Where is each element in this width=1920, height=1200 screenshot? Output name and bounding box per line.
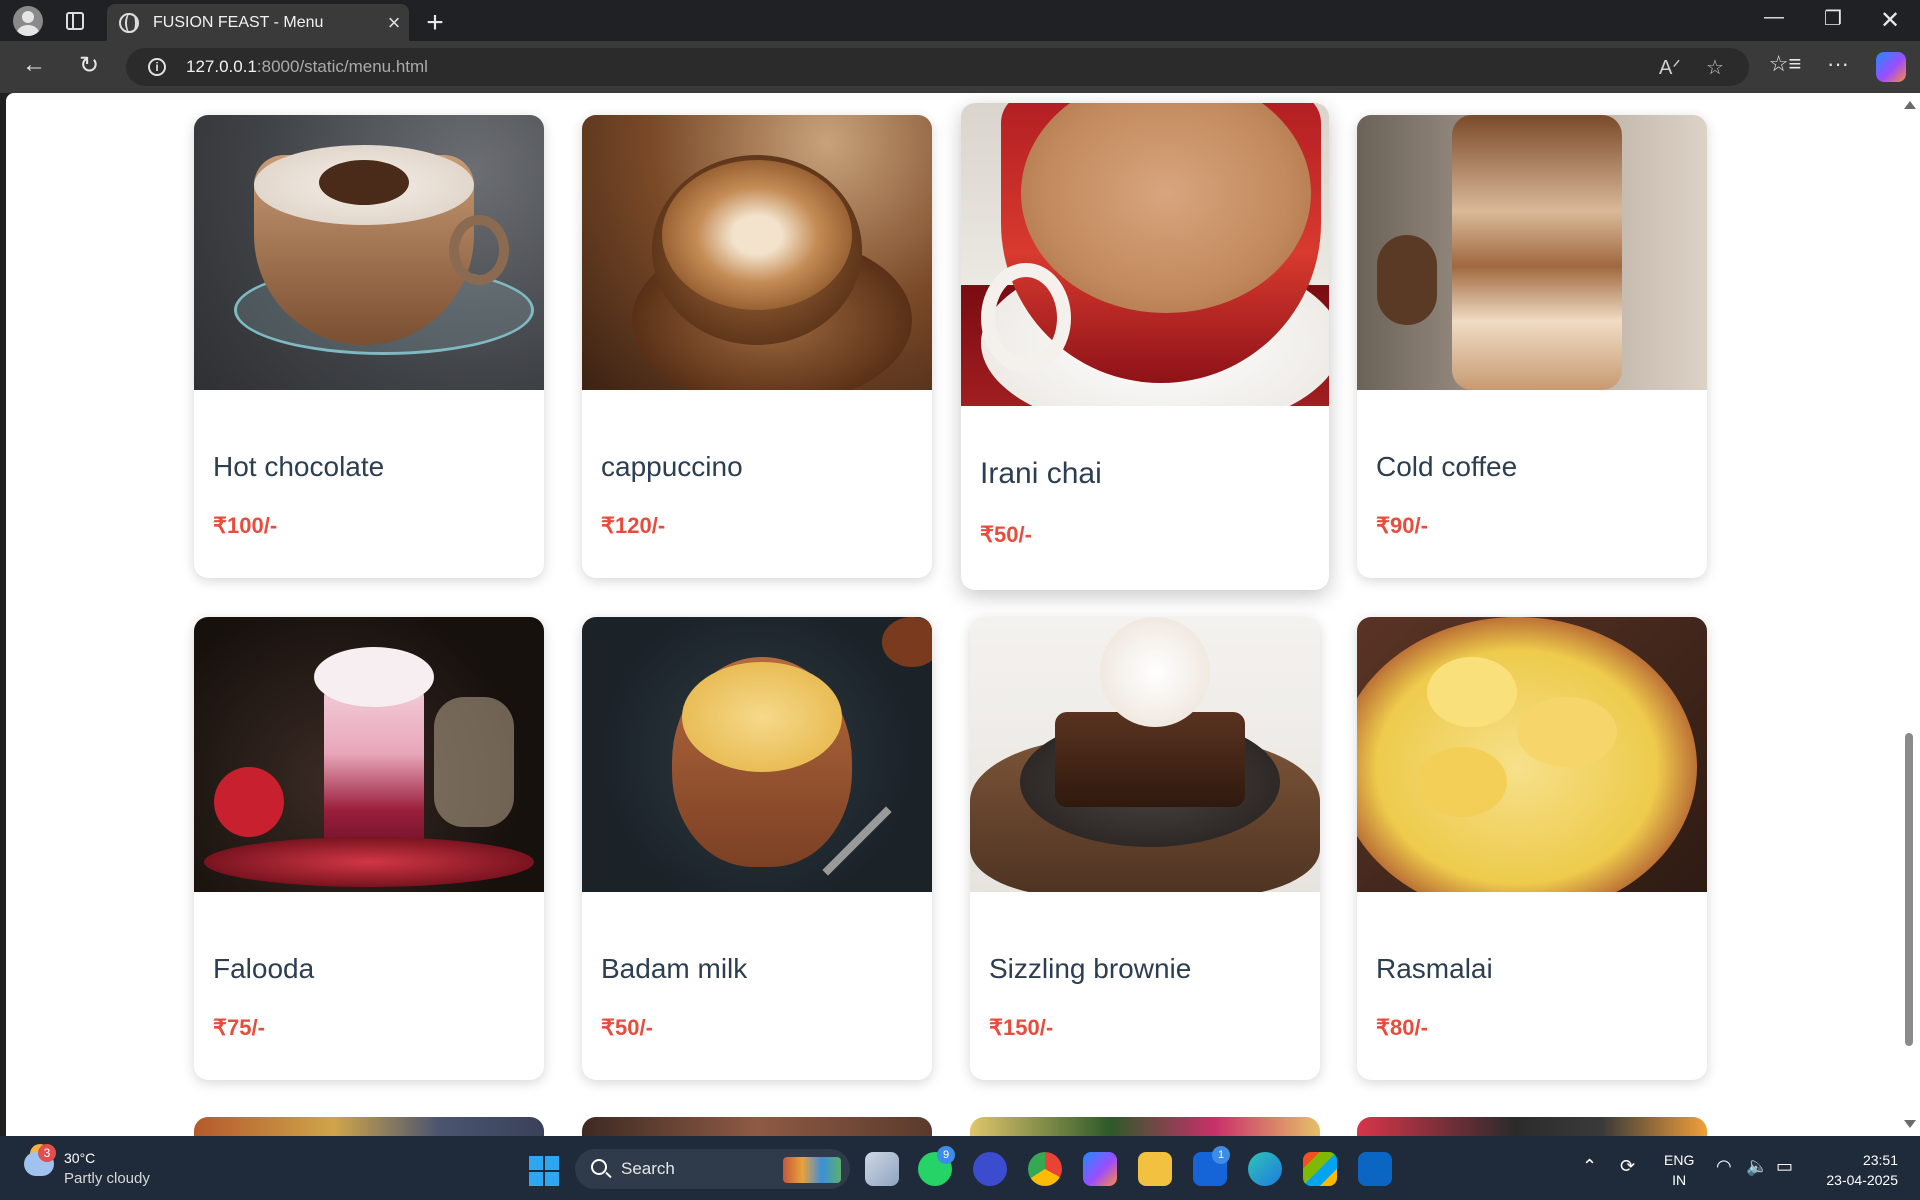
proton-icon[interactable] — [973, 1152, 1007, 1186]
l-app-badge: 1 — [1212, 1146, 1230, 1164]
profile-avatar[interactable] — [13, 5, 43, 36]
tab-title: FUSION FEAST - Menu — [153, 13, 324, 31]
menu-item-price: ₹100/- — [213, 513, 278, 538]
new-tab-button[interactable]: + — [420, 6, 450, 40]
back-icon[interactable]: ← — [16, 51, 52, 79]
menu-card-partial[interactable] — [194, 1117, 544, 1136]
menu-card-sizzling-brownie[interactable]: Sizzling brownie ₹150/- — [970, 617, 1320, 1080]
clock-date: 23-04-2025 — [1826, 1172, 1898, 1188]
menu-item-price: ₹90/- — [1376, 513, 1428, 538]
restore-icon[interactable]: ❐ — [1813, 6, 1853, 31]
refresh-icon[interactable]: ↻ — [71, 51, 107, 80]
chevron-up-icon[interactable]: ⌃ — [1582, 1156, 1597, 1177]
sync-icon[interactable]: ⟳ — [1620, 1156, 1635, 1177]
menu-card-rasmalai[interactable]: Rasmalai ₹80/- — [1357, 617, 1707, 1080]
chrome-icon[interactable] — [1028, 1152, 1062, 1186]
copilot-taskbar-icon[interactable] — [1083, 1152, 1117, 1186]
region-code: IN — [1672, 1172, 1687, 1188]
close-tab-icon[interactable]: × — [379, 10, 409, 36]
menu-card-irani-chai[interactable]: Irani chai ₹50/- — [961, 103, 1329, 590]
file-explorer-icon[interactable] — [1138, 1152, 1172, 1186]
edge-icon[interactable] — [1248, 1152, 1282, 1186]
falooda-image — [194, 617, 544, 892]
cappuccino-image — [582, 115, 932, 390]
close-window-icon[interactable]: ✕ — [1870, 6, 1910, 35]
menu-card-partial[interactable] — [1357, 1117, 1707, 1136]
clock[interactable]: 23:51 23-04-2025 — [1818, 1150, 1898, 1190]
copilot-icon[interactable] — [1876, 52, 1906, 82]
weather-condition: Partly cloudy — [64, 1170, 150, 1187]
page-viewport: Hot chocolate ₹100/- cappuccino ₹120/- I… — [6, 93, 1898, 1136]
menu-item-name: Hot chocolate — [213, 451, 385, 482]
battery-icon[interactable]: ▭ — [1776, 1156, 1793, 1177]
minimize-icon[interactable]: — — [1754, 6, 1794, 29]
menu-item-price: ₹120/- — [601, 513, 666, 538]
store-icon[interactable] — [1303, 1152, 1337, 1186]
menu-item-price: ₹50/- — [601, 1015, 653, 1040]
whatsapp-badge: 9 — [937, 1146, 955, 1164]
sizzling-brownie-image — [970, 617, 1320, 892]
start-button[interactable] — [529, 1156, 559, 1186]
menu-item-name: Irani chai — [980, 457, 1102, 490]
menu-item-price: ₹50/- — [980, 522, 1032, 547]
menu-item-name: cappuccino — [601, 451, 743, 482]
globe-icon — [119, 12, 139, 33]
taskbar-search[interactable]: Search — [575, 1149, 850, 1189]
menu-card-partial[interactable] — [582, 1117, 932, 1136]
menu-card-cold-coffee[interactable]: Cold coffee ₹90/- — [1357, 115, 1707, 578]
volume-muted-icon[interactable]: 🔈 — [1746, 1156, 1768, 1177]
hot-chocolate-image — [194, 115, 544, 390]
language-code: ENG — [1664, 1152, 1695, 1168]
menu-card-badam-milk[interactable]: Badam milk ₹50/- — [582, 617, 932, 1080]
task-view-icon[interactable] — [865, 1152, 899, 1186]
menu-item-name: Cold coffee — [1376, 451, 1518, 482]
page-scrollbar[interactable] — [1898, 93, 1920, 1136]
favorite-star-icon[interactable]: ☆ — [1706, 55, 1724, 80]
language-indicator[interactable]: ENG IN — [1664, 1150, 1694, 1190]
menu-item-name: Badam milk — [601, 953, 748, 984]
scroll-thumb[interactable] — [1905, 733, 1913, 1046]
browser-tab-bar: FUSION FEAST - Menu × + — ❐ ✕ — [0, 0, 1920, 41]
scroll-up-icon[interactable] — [1904, 101, 1916, 109]
search-label: Search — [621, 1159, 675, 1178]
cold-coffee-image — [1357, 115, 1707, 390]
clock-time: 23:51 — [1862, 1152, 1898, 1168]
menu-card-cappuccino[interactable]: cappuccino ₹120/- — [582, 115, 932, 578]
search-highlight-icon — [783, 1157, 841, 1183]
badam-milk-image — [582, 617, 932, 892]
rasmalai-image — [1357, 617, 1707, 892]
address-bar[interactable]: i 127.0.0.1:8000/static/menu.html Aᐟ ☆ — [126, 48, 1749, 86]
tab-actions-icon[interactable] — [66, 11, 84, 30]
vscode-icon[interactable] — [1358, 1152, 1392, 1186]
menu-item-price: ₹150/- — [989, 1015, 1054, 1040]
menu-card-falooda[interactable]: Falooda ₹75/- — [194, 617, 544, 1080]
site-info-icon[interactable]: i — [148, 58, 166, 76]
url-text[interactable]: 127.0.0.1:8000/static/menu.html — [186, 57, 428, 77]
wifi-icon[interactable]: ◠ — [1716, 1156, 1732, 1177]
windows-taskbar: 3 30°C Partly cloudy Search 9 1 ⌃ ⟳ ENG … — [0, 1136, 1920, 1200]
menu-item-name: Falooda — [213, 953, 315, 984]
menu-card-partial[interactable] — [970, 1117, 1320, 1136]
menu-item-price: ₹80/- — [1376, 1015, 1428, 1040]
menu-item-name: Sizzling brownie — [989, 953, 1192, 984]
favorites-icon[interactable]: ☆≡ — [1767, 51, 1803, 77]
menu-item-price: ₹75/- — [213, 1015, 265, 1040]
scroll-down-icon[interactable] — [1904, 1120, 1916, 1128]
read-aloud-icon[interactable]: Aᐟ — [1659, 55, 1681, 80]
temperature: 30°C — [64, 1150, 96, 1166]
weather-badge: 3 — [38, 1144, 56, 1162]
more-options-icon[interactable]: ··· — [1820, 51, 1856, 77]
irani-chai-image — [961, 103, 1329, 406]
menu-item-name: Rasmalai — [1376, 953, 1493, 984]
browser-nav-bar: ← ↻ i 127.0.0.1:8000/static/menu.html Aᐟ… — [0, 41, 1920, 93]
search-icon — [591, 1159, 607, 1175]
browser-tab-active[interactable]: FUSION FEAST - Menu × — [107, 4, 409, 41]
menu-card-hot-chocolate[interactable]: Hot chocolate ₹100/- — [194, 115, 544, 578]
